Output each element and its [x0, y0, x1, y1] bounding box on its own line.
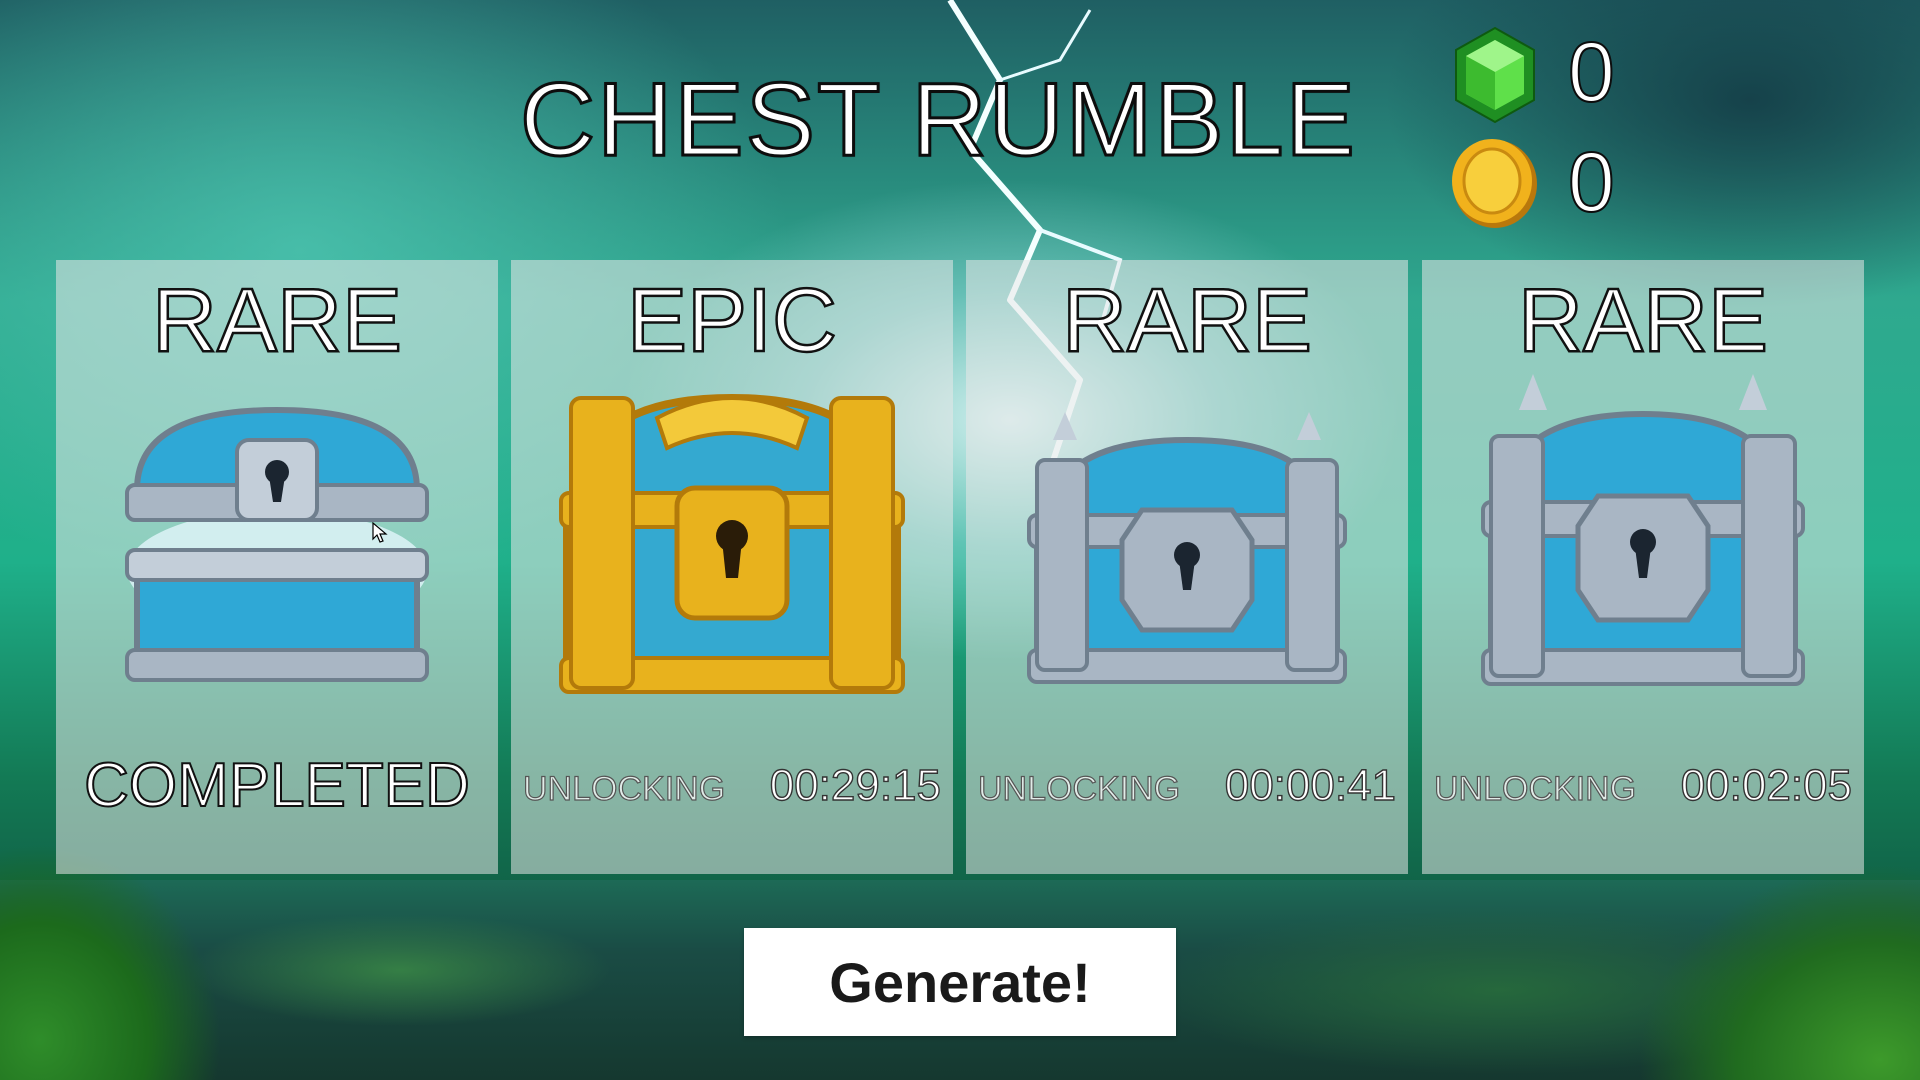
gold-coin-icon	[1452, 139, 1537, 228]
rare-chest-icon	[1027, 412, 1347, 684]
coin-count: 0	[1567, 135, 1616, 229]
chest-slot-1[interactable]: RARE COMPLETED	[56, 260, 498, 874]
chest-timer: 00:00:41	[1224, 761, 1397, 810]
chest-rarity-label: RARE	[151, 271, 404, 371]
mouse-cursor-icon	[372, 522, 388, 543]
coin-counter: 0	[1448, 134, 1648, 234]
chest-timer: 00:29:15	[769, 761, 942, 810]
chest-status: UNLOCKING	[977, 770, 1181, 808]
chest-status: COMPLETED	[83, 751, 471, 820]
chest-rarity-label: RARE	[1517, 271, 1770, 371]
chest-rarity-label: EPIC	[626, 271, 839, 371]
chest-slot-3[interactable]: RARE UNLOCKING 00:00:41	[966, 260, 1408, 874]
game-title: CHEST RUMBLE	[519, 62, 1357, 178]
chest-status: UNLOCKING	[522, 770, 726, 808]
gem-counter: 0	[1448, 24, 1648, 124]
generate-button[interactable]: Generate!	[744, 928, 1176, 1036]
chest-timer: 00:02:05	[1680, 761, 1853, 810]
green-gem-icon	[1455, 26, 1535, 124]
chest-slot-2[interactable]: EPIC UNLOCKING 00:29:15	[511, 260, 953, 874]
epic-chest-icon	[559, 393, 905, 694]
rare-chest-open-icon	[125, 406, 429, 682]
chest-slots: RARE COMPLETED EPIC UNLOCKING 00:29:15 R…	[56, 260, 1864, 874]
chest-rarity-label: RARE	[1061, 271, 1314, 371]
currency-panel: 0 0	[1448, 24, 1648, 234]
rare-chest-icon	[1481, 374, 1805, 686]
chest-slot-4[interactable]: RARE UNLOCKING 00:02:05	[1422, 260, 1864, 874]
gem-count: 0	[1567, 25, 1616, 119]
chest-status: UNLOCKING	[1433, 770, 1637, 808]
